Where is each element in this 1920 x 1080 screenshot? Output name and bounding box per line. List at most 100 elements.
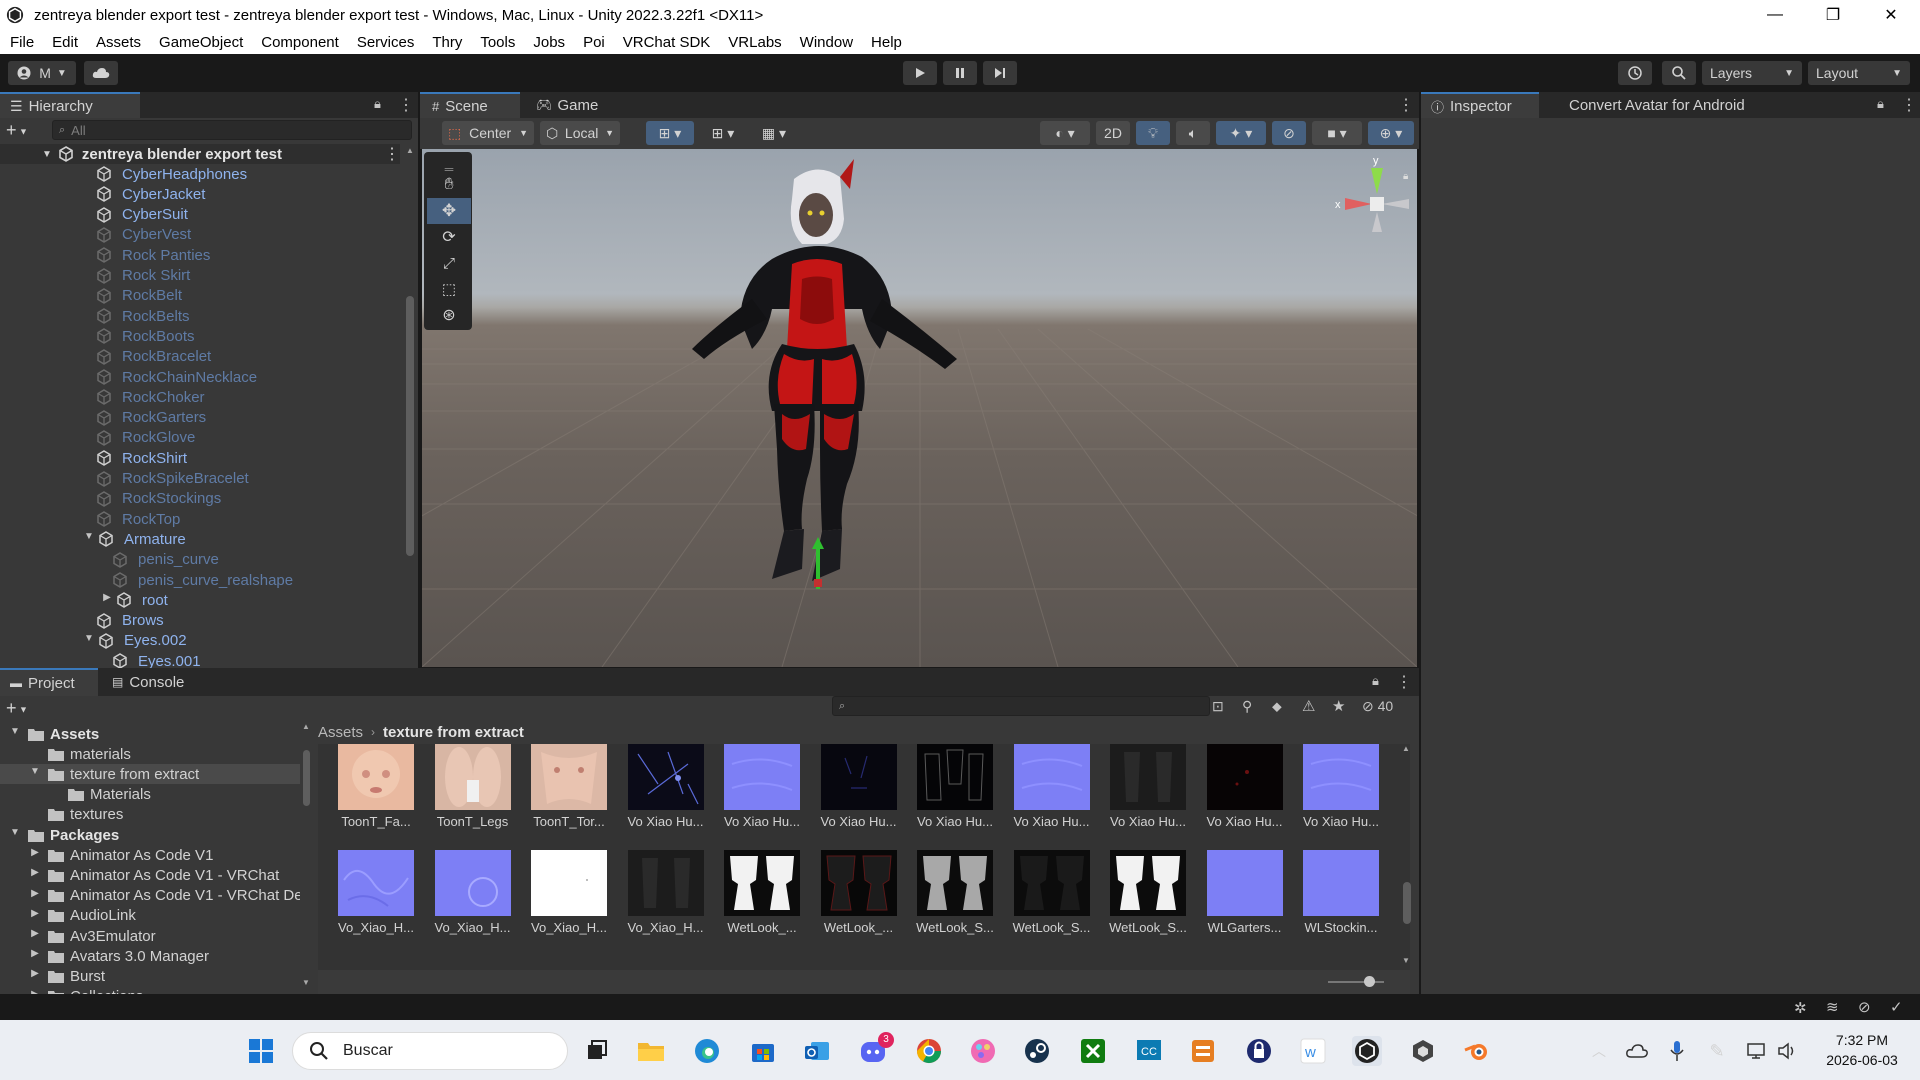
network-icon[interactable]: [1742, 1036, 1772, 1066]
debug-bug-icon[interactable]: ✲: [1794, 999, 1807, 1017]
checkmark-icon[interactable]: ✓: [1890, 998, 1903, 1016]
hierarchy-item[interactable]: penis_curve: [0, 550, 219, 570]
icon-size-slider-track[interactable]: [1328, 981, 1384, 983]
hierarchy-search-field[interactable]: ⌕ All: [52, 120, 412, 140]
transform-tool-button[interactable]: ⊛: [427, 302, 471, 328]
texture-label[interactable]: WLGarters...: [1200, 920, 1290, 935]
icon-size-slider-thumb[interactable]: [1364, 976, 1375, 987]
texture-label[interactable]: Vo_Xiao_H...: [428, 920, 518, 935]
menu-item-vrlabs[interactable]: VRLabs: [718, 34, 789, 51]
folder-tree-item[interactable]: ▶Collections: [0, 987, 300, 994]
folder-tree-item[interactable]: ▶ Animator As Code V1 - VRChat De: [0, 886, 300, 906]
hierarchy-item[interactable]: RockGarters: [0, 408, 206, 428]
folder-tree-item[interactable]: materials: [0, 744, 300, 764]
collapse-arrow-icon[interactable]: ▶: [26, 888, 44, 904]
texture-label[interactable]: Vo_Xiao_H...: [621, 920, 711, 935]
tab-hierarchy[interactable]: ☰ Hierarchy: [0, 92, 140, 118]
texture-thumbnail[interactable]: [1110, 744, 1186, 810]
texture-label[interactable]: ToonT_Tor...: [524, 814, 614, 829]
hierarchy-scrollbar[interactable]: ▲ ▼: [404, 146, 414, 687]
texture-label[interactable]: Vo_Xiao_H...: [331, 920, 421, 935]
lock-app-icon[interactable]: [1244, 1036, 1274, 1066]
camera-dropdown[interactable]: ■ ▾: [1312, 121, 1362, 145]
move-tool-button[interactable]: ✥: [427, 198, 471, 224]
project-search-field[interactable]: ⌕: [832, 696, 1210, 716]
expand-arrow-icon[interactable]: ▼: [80, 531, 98, 547]
grid-toggle-button[interactable]: ⊞ ▾: [700, 121, 746, 145]
breadcrumb-assets[interactable]: Assets: [318, 724, 363, 741]
history-button[interactable]: [1618, 61, 1652, 85]
texture-thumbnail[interactable]: [820, 850, 897, 916]
gizmos-dropdown[interactable]: ⊕ ▾: [1368, 121, 1414, 145]
texture-thumbnail[interactable]: [820, 744, 897, 810]
menu-item-window[interactable]: Window: [790, 34, 861, 51]
texture-label[interactable]: WetLook_S...: [910, 920, 1000, 935]
texture-label[interactable]: Vo_Xiao_H...: [524, 920, 614, 935]
menu-item-vrchat-sdk[interactable]: VRChat SDK: [613, 34, 719, 51]
hierarchy-item[interactable]: RockShirt: [0, 448, 187, 468]
collapse-arrow-icon[interactable]: ▶: [26, 928, 44, 944]
collapse-arrow-icon[interactable]: ▶: [26, 968, 44, 984]
hierarchy-item-eyes[interactable]: ▼ Eyes.002: [0, 631, 187, 651]
hidden-packages-icon[interactable]: ⊘ 40: [1362, 698, 1393, 715]
account-button[interactable]: M ▼: [8, 61, 76, 85]
chevron-up-icon[interactable]: ︿: [1584, 1036, 1614, 1066]
collapse-arrow-icon[interactable]: ▶: [98, 592, 116, 608]
lock-icon[interactable]: 🔒︎: [374, 96, 381, 112]
texture-thumbnail[interactable]: [724, 850, 800, 916]
folder-tree-item[interactable]: ▶ Animator As Code V1: [0, 845, 300, 865]
hierarchy-item[interactable]: Rock Panties: [0, 245, 210, 265]
hierarchy-item[interactable]: RockBelt: [0, 286, 182, 306]
blender-icon[interactable]: [1462, 1036, 1492, 1066]
scrollbar-thumb[interactable]: [406, 296, 414, 556]
texture-thumbnail[interactable]: [1206, 744, 1283, 810]
menu-item-services[interactable]: Services: [347, 34, 423, 51]
favorite-star-icon[interactable]: ★: [1332, 697, 1345, 715]
texture-thumbnail[interactable]: [1206, 850, 1283, 916]
pivot-dropdown[interactable]: ⬚ Center ▼: [442, 121, 534, 145]
folder-tree-scrollbar[interactable]: ▲ ▼: [302, 720, 310, 990]
texture-label[interactable]: WLStockin...: [1296, 920, 1386, 935]
hierarchy-item[interactable]: penis_curve_realshape: [0, 570, 293, 590]
folder-tree-item[interactable]: ▶ Av3Emulator: [0, 926, 300, 946]
rotate-tool-button[interactable]: ⟳: [427, 224, 471, 250]
scene-viewport[interactable]: y x 🔒︎: [422, 149, 1417, 667]
collapse-arrow-icon[interactable]: ▶: [26, 948, 44, 964]
texture-label[interactable]: Vo Xiao Hu...: [1103, 814, 1193, 829]
gizmo-lock-icon[interactable]: 🔒︎: [1403, 171, 1408, 182]
texture-label[interactable]: Vo Xiao Hu...: [717, 814, 807, 829]
folder-tree-item[interactable]: ▶ Animator As Code V1 - VRChat: [0, 865, 300, 885]
more-icon[interactable]: ⋮: [384, 144, 400, 164]
taskbar-search-field[interactable]: Buscar: [292, 1032, 568, 1070]
cloud-button[interactable]: [84, 61, 118, 85]
menu-item-poi[interactable]: Poi: [573, 34, 613, 51]
hierarchy-item[interactable]: CyberJacket: [0, 184, 205, 204]
scene-visibility-toggle[interactable]: ⊘: [1272, 121, 1306, 145]
menu-item-thry[interactable]: Thry: [422, 34, 470, 51]
expand-arrow-icon[interactable]: ▼: [26, 766, 44, 782]
menu-item-gameobject[interactable]: GameObject: [149, 34, 251, 51]
hierarchy-item-armature[interactable]: ▼ Armature: [0, 529, 186, 549]
hierarchy-item[interactable]: RockSpikeBracelet: [0, 469, 249, 489]
minimize-button[interactable]: —: [1746, 0, 1804, 30]
tab-inspector[interactable]: ⓘ Inspector: [1421, 92, 1539, 118]
layout-dropdown[interactable]: Layout ▼: [1808, 61, 1910, 85]
onedrive-cloud-icon[interactable]: [1622, 1036, 1652, 1066]
more-icon[interactable]: ⋮: [1396, 672, 1412, 692]
menu-item-help[interactable]: Help: [861, 34, 910, 51]
scene-root-row[interactable]: ▼ zentreya blender export test ⋮: [0, 144, 400, 164]
texture-thumbnail[interactable]: [531, 744, 607, 810]
hierarchy-item[interactable]: RockChainNecklace: [0, 367, 257, 387]
texture-thumbnail[interactable]: [531, 850, 607, 916]
tab-convert-avatar[interactable]: Convert Avatar for Android: [1547, 92, 1777, 118]
hierarchy-item[interactable]: RockGlove: [0, 428, 195, 448]
scrollbar-thumb[interactable]: [1403, 882, 1411, 924]
folder-tree-item[interactable]: ▼ Assets: [0, 724, 300, 744]
expand-arrow-icon[interactable]: ▼: [6, 827, 24, 843]
expand-arrow-icon[interactable]: ▼: [80, 633, 98, 649]
pen-icon[interactable]: ✎: [1702, 1036, 1732, 1066]
more-icon[interactable]: ⋮: [1901, 95, 1917, 115]
texture-thumbnail[interactable]: [627, 744, 704, 810]
discord-icon[interactable]: 3: [858, 1032, 894, 1066]
stack-icon[interactable]: ≋: [1826, 998, 1839, 1016]
